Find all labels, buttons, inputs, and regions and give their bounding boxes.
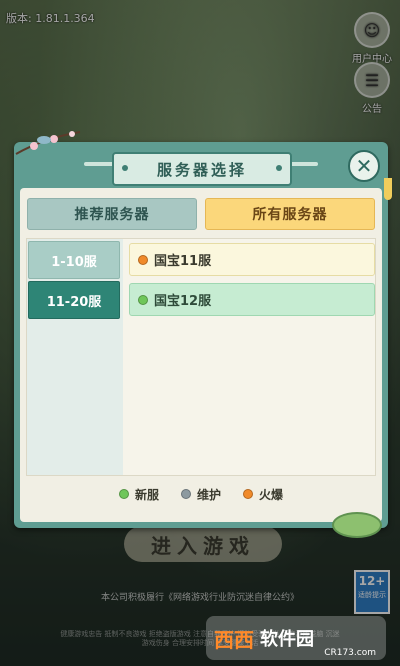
title-ornament-right xyxy=(288,162,318,166)
status-new-icon xyxy=(118,489,129,499)
title-ornament-left xyxy=(84,162,114,166)
plum-branch-icon xyxy=(15,131,81,155)
legend-hot: 火爆 xyxy=(243,486,283,503)
legend-new: 新服 xyxy=(118,486,159,503)
watermark-brand: 西西 xyxy=(214,627,254,652)
server-list-panel: 1-10服 11-20服 国宝11服 国宝12服 xyxy=(26,238,376,476)
status-new-icon xyxy=(138,294,148,305)
status-legend: 新服 维护 火爆 xyxy=(26,482,376,506)
legend-label: 维护 xyxy=(196,487,221,502)
lotus-leaf-decoration xyxy=(332,512,382,538)
site-watermark: 西西 软件园 CR173.com xyxy=(206,616,386,660)
watermark-site: CR173.com xyxy=(324,648,376,658)
range-tab-11-20[interactable]: 11-20服 xyxy=(28,281,120,319)
server-item-11[interactable]: 国宝11服 xyxy=(129,243,375,276)
close-icon: ✕ xyxy=(355,154,373,178)
status-hot-icon xyxy=(138,254,148,265)
server-name: 国宝11服 xyxy=(154,254,212,269)
tab-all-servers[interactable]: 所有服务器 xyxy=(205,198,375,230)
server-name: 国宝12服 xyxy=(154,294,212,309)
watermark-text: 软件园 xyxy=(260,629,314,650)
server-range-column: 1-10服 11-20服 xyxy=(27,239,123,475)
tab-recommended-servers[interactable]: 推荐服务器 xyxy=(27,198,197,230)
tassel-decoration xyxy=(384,178,392,200)
legend-label: 新服 xyxy=(134,487,159,502)
dialog-title: 服务器选择 xyxy=(112,152,292,186)
server-item-12[interactable]: 国宝12服 xyxy=(129,283,375,316)
legend-maintenance: 维护 xyxy=(180,486,221,503)
status-hot-icon xyxy=(243,489,253,499)
status-maintenance-icon xyxy=(180,489,191,499)
server-select-dialog: 服务器选择 ✕ 推荐服务器 所有服务器 1-10服 11-20服 国宝11服 国… xyxy=(14,131,392,538)
close-button[interactable]: ✕ xyxy=(348,150,380,182)
legend-label: 火爆 xyxy=(259,487,284,502)
range-tab-1-10[interactable]: 1-10服 xyxy=(28,241,120,279)
